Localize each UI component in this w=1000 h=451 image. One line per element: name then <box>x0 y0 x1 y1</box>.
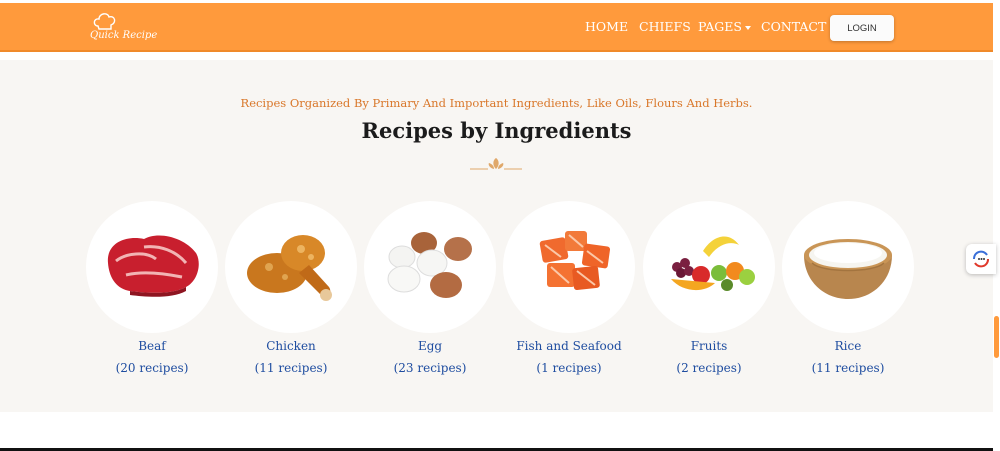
nav-chiefs[interactable]: CHIEFS <box>639 19 691 34</box>
section-subtitle: Recipes Organized By Primary And Importa… <box>240 96 753 110</box>
nav-pages-label: PAGES <box>698 19 742 34</box>
ingredient-card-beef[interactable]: Beaf (20 recipes) <box>81 201 221 381</box>
beef-image-circle[interactable] <box>86 201 218 333</box>
top-navbar: Quick Recipe HOME CHIEFS PAGES CONTACT L… <box>0 3 993 52</box>
brand-name: Quick Recipe <box>90 30 158 41</box>
ingredient-card-fruits[interactable]: Fruits (2 recipes) <box>638 201 778 381</box>
login-button[interactable]: LOGIN <box>830 15 894 41</box>
fruits-image-circle[interactable] <box>643 201 775 333</box>
eggs-image <box>387 232 472 298</box>
egg-image-circle[interactable] <box>364 201 496 333</box>
nav-contact[interactable]: CONTACT <box>761 19 826 34</box>
leaf-divider-icon <box>470 158 522 170</box>
ingredient-card-egg[interactable]: Egg (23 recipes) <box>359 201 499 381</box>
ingredient-name[interactable]: Fish and Seafood <box>498 339 640 353</box>
ingredient-name[interactable]: Beaf <box>81 339 223 353</box>
ingredient-name[interactable]: Chicken <box>220 339 362 353</box>
ingredient-count[interactable]: (11 recipes) <box>777 361 919 375</box>
beef-steak-image <box>107 235 199 297</box>
rice-image-circle[interactable] <box>782 201 914 333</box>
fish-image-circle[interactable] <box>503 201 635 333</box>
rice-bowl-image <box>804 239 892 299</box>
nav-pages[interactable]: PAGES <box>698 19 751 34</box>
section-title: Recipes by Ingredients <box>361 118 632 143</box>
ingredient-card-rice[interactable]: Rice (11 recipes) <box>777 201 917 381</box>
fruits-image <box>671 236 755 291</box>
ingredient-count[interactable]: (11 recipes) <box>220 361 362 375</box>
salmon-image <box>539 231 611 291</box>
scrollbar-thumb[interactable] <box>994 316 999 358</box>
chef-hat-icon <box>93 13 116 30</box>
chicken-image-circle[interactable] <box>225 201 357 333</box>
ingredient-name[interactable]: Egg <box>359 339 501 353</box>
ingredients-section: Recipes Organized By Primary And Importa… <box>0 60 993 412</box>
ingredient-name[interactable]: Rice <box>777 339 919 353</box>
ingredient-count[interactable]: (1 recipes) <box>498 361 640 375</box>
chat-refresh-icon <box>973 250 989 268</box>
fried-chicken-image <box>247 235 332 301</box>
ingredient-count[interactable]: (20 recipes) <box>81 361 223 375</box>
chevron-down-icon <box>744 25 751 30</box>
ingredient-card-chicken[interactable]: Chicken (11 recipes) <box>220 201 360 381</box>
chat-widget-button[interactable] <box>966 244 996 274</box>
nav-home[interactable]: HOME <box>585 19 628 34</box>
brand-logo[interactable]: Quick Recipe <box>90 12 160 46</box>
ingredient-card-fish[interactable]: Fish and Seafood (1 recipes) <box>498 201 638 381</box>
ingredient-count[interactable]: (2 recipes) <box>638 361 780 375</box>
ingredient-name[interactable]: Fruits <box>638 339 780 353</box>
ingredient-count[interactable]: (23 recipes) <box>359 361 501 375</box>
